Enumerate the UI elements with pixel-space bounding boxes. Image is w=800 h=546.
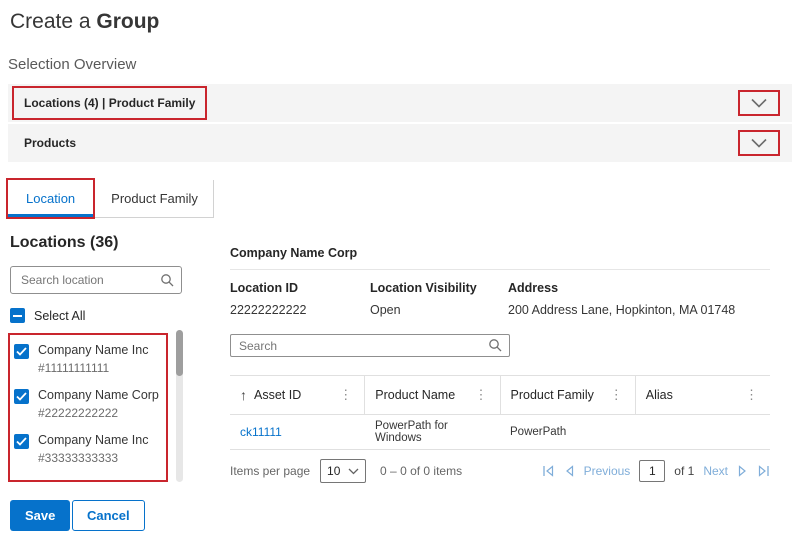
assets-table: ↑ Asset ID ⋮ Product Name ⋮ Product Fami… xyxy=(230,375,770,450)
column-header-product-family[interactable]: Product Family ⋮ xyxy=(501,376,636,414)
chevron-down-icon xyxy=(750,138,768,148)
product-family-cell: PowerPath xyxy=(500,426,635,438)
sort-ascending-icon[interactable]: ↑ xyxy=(240,387,247,403)
next-page-icon[interactable] xyxy=(737,465,748,477)
tab-bar: Location Product Family xyxy=(8,180,214,218)
accordion-products-label: Products xyxy=(24,136,76,150)
page-title-prefix: Create a xyxy=(10,10,91,33)
column-label: Product Name xyxy=(375,388,455,402)
product-name-cell: PowerPath for Windows xyxy=(365,420,500,444)
list-item[interactable]: Company Name Inc #33333333333 xyxy=(14,433,162,465)
table-row: ck11111 PowerPath for Windows PowerPath xyxy=(230,415,770,450)
field-value: Open xyxy=(370,303,508,317)
location-search xyxy=(10,266,182,294)
field-value: 22222222222 xyxy=(230,303,370,317)
locations-heading: Locations (36) xyxy=(10,234,222,252)
location-checkbox[interactable] xyxy=(14,344,29,359)
pager-controls: Previous of 1 Next xyxy=(542,460,770,482)
location-list: Company Name Inc #11111111111 Company Na… xyxy=(10,335,166,480)
location-name: Company Name Inc xyxy=(38,433,148,447)
next-page-button[interactable]: Next xyxy=(703,464,728,478)
save-button[interactable]: Save xyxy=(10,500,70,531)
items-per-page-value: 10 xyxy=(327,464,340,478)
location-name: Company Name Inc xyxy=(38,343,148,357)
field-label: Location Visibility xyxy=(370,281,508,295)
column-label: Product Family xyxy=(511,388,594,402)
location-detail-panel: Company Name Corp Location ID 2222222222… xyxy=(230,246,770,483)
create-group-page: Create a Group Selection Overview Locati… xyxy=(0,0,800,546)
accordion-products-header[interactable]: Products xyxy=(8,124,792,162)
page-number-input[interactable] xyxy=(639,460,665,482)
last-page-icon[interactable] xyxy=(757,465,770,477)
chevron-down-icon xyxy=(750,98,768,108)
table-header-row: ↑ Asset ID ⋮ Product Name ⋮ Product Fami… xyxy=(230,375,770,415)
kebab-menu-icon[interactable]: ⋮ xyxy=(473,387,490,403)
location-detail-fields: Location ID 22222222222 Location Visibil… xyxy=(230,281,770,317)
list-item[interactable]: Company Name Corp #22222222222 xyxy=(14,388,162,420)
accordion-locations-toggle[interactable] xyxy=(740,92,778,114)
location-checkbox[interactable] xyxy=(14,389,29,404)
location-checkbox[interactable] xyxy=(14,434,29,449)
scrollbar[interactable] xyxy=(176,330,183,482)
kebab-menu-icon[interactable]: ⋮ xyxy=(743,387,760,403)
locations-panel: Locations (36) Select All Company Name I… xyxy=(10,234,222,480)
page-of-text: of 1 xyxy=(674,464,694,478)
list-item[interactable]: Company Name Inc #11111111111 xyxy=(14,343,162,375)
first-page-icon[interactable] xyxy=(542,465,555,477)
location-search-input[interactable] xyxy=(10,266,182,294)
column-header-alias[interactable]: Alias ⋮ xyxy=(636,376,770,414)
field-label: Address xyxy=(508,281,770,295)
location-name: Company Name Corp xyxy=(38,388,159,402)
asset-id-link[interactable]: ck11111 xyxy=(230,425,365,439)
items-per-page-label: Items per page xyxy=(230,464,310,478)
chevron-down-icon xyxy=(348,468,359,475)
accordion-products-toggle[interactable] xyxy=(740,132,778,154)
indeterminate-icon xyxy=(13,315,22,317)
tab-location[interactable]: Location xyxy=(8,180,93,217)
scrollbar-thumb[interactable] xyxy=(176,330,183,376)
field-address: Address 200 Address Lane, Hopkinton, MA … xyxy=(508,281,770,317)
select-all-label: Select All xyxy=(34,309,85,323)
check-icon xyxy=(16,347,27,356)
selection-overview-heading: Selection Overview xyxy=(8,56,136,73)
page-title-emphasis: Group xyxy=(96,10,159,33)
accordion-locations-label: Locations (4) | Product Family xyxy=(14,88,205,118)
company-name-heading: Company Name Corp xyxy=(230,246,770,270)
column-header-asset-id[interactable]: ↑ Asset ID ⋮ xyxy=(230,376,365,414)
check-icon xyxy=(16,392,27,401)
kebab-menu-icon[interactable]: ⋮ xyxy=(608,387,625,403)
cancel-button[interactable]: Cancel xyxy=(72,500,145,531)
location-id: #33333333333 xyxy=(38,451,148,465)
page-title: Create a Group xyxy=(10,10,159,34)
check-icon xyxy=(16,437,27,446)
column-label: Alias xyxy=(646,388,673,402)
tab-product-family[interactable]: Product Family xyxy=(93,180,216,217)
accordion-locations-header[interactable]: Locations (4) | Product Family xyxy=(8,84,792,122)
column-label: Asset ID xyxy=(254,388,301,402)
field-value: 200 Address Lane, Hopkinton, MA 01748 xyxy=(508,303,770,317)
previous-page-icon[interactable] xyxy=(564,465,575,477)
select-all-row: Select All xyxy=(10,308,222,323)
search-icon xyxy=(488,338,502,357)
asset-search xyxy=(230,334,510,357)
pagination-bar: Items per page 10 0 – 0 of 0 items Previ… xyxy=(230,459,770,483)
search-icon xyxy=(160,273,174,292)
location-id: #11111111111 xyxy=(38,361,148,375)
select-all-checkbox[interactable] xyxy=(10,308,25,323)
field-location-visibility: Location Visibility Open xyxy=(370,281,508,317)
items-range-text: 0 – 0 of 0 items xyxy=(380,464,462,478)
previous-page-button[interactable]: Previous xyxy=(584,464,631,478)
kebab-menu-icon[interactable]: ⋮ xyxy=(337,387,354,403)
location-id: #22222222222 xyxy=(38,406,159,420)
field-label: Location ID xyxy=(230,281,370,295)
field-location-id: Location ID 22222222222 xyxy=(230,281,370,317)
asset-search-input[interactable] xyxy=(230,334,510,357)
items-per-page-select[interactable]: 10 xyxy=(320,459,366,483)
column-header-product-name[interactable]: Product Name ⋮ xyxy=(365,376,500,414)
